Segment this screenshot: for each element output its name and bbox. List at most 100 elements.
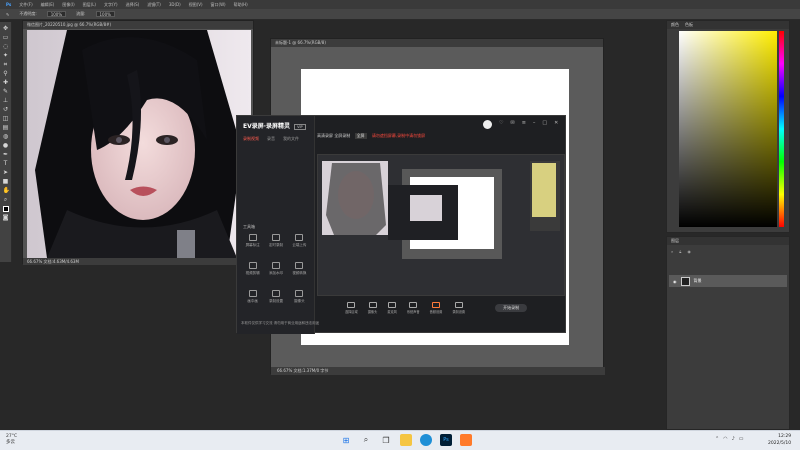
document-window-photo[interactable]: 微信图片_20220510.jpg @ 66.7%(RGB/8#) 66.67%… (22, 20, 255, 265)
tool-item[interactable]: 添加水印 (264, 262, 287, 276)
visibility-icon[interactable]: ◉ (673, 279, 677, 284)
volume-icon[interactable]: ♪ (732, 436, 735, 442)
tool-item[interactable]: 画中画 (241, 290, 264, 304)
type-tool-icon[interactable]: T (3, 161, 9, 167)
opacity-field[interactable]: 100% (46, 11, 67, 17)
menu-icon[interactable]: ≡ (522, 120, 526, 129)
eyedropper-icon[interactable]: ⚲ (3, 71, 9, 77)
edge-icon[interactable] (420, 434, 432, 446)
hue-slider[interactable] (779, 31, 784, 227)
menu-3d[interactable]: 3D(D) (169, 2, 181, 7)
wifi-icon[interactable]: ◠ (723, 436, 727, 442)
tab-color[interactable]: 颜色 (671, 21, 679, 29)
move-tool-icon[interactable]: ✥ (3, 26, 9, 32)
weather-widget[interactable]: 27°C 多云 (6, 434, 17, 446)
menu-type[interactable]: 文字(Y) (104, 2, 118, 8)
tool-label: 添加水印 (268, 271, 283, 275)
webcam-icon (368, 302, 377, 308)
gift-icon[interactable]: ♡ (499, 120, 503, 129)
start-recording-button[interactable]: 开始录制 (495, 304, 528, 312)
menu-help[interactable]: 帮助(H) (234, 2, 248, 8)
audio-settings-icon (432, 302, 440, 308)
minimize-icon[interactable]: – (533, 120, 536, 129)
start-icon[interactable]: ⊞ (340, 434, 352, 446)
hand-tool-icon[interactable]: ✋ (3, 188, 10, 194)
tools-grid: 屏幕标注 定时录制 云端上传 视频剪辑 添加水印 视频转换 画中画 录制设置 摄… (241, 234, 311, 304)
foreground-color-swatch[interactable] (2, 206, 9, 212)
filter-icon[interactable]: ⌕ (671, 249, 673, 254)
brush-icon[interactable]: ✎ (3, 89, 9, 95)
task-view-icon[interactable]: ❐ (380, 434, 392, 446)
clock[interactable]: 12:29 2022/5/10 (768, 433, 791, 447)
path-select-icon[interactable]: ➤ (3, 170, 9, 176)
menu-layer[interactable]: 图层(L) (83, 2, 96, 8)
marquee-tool-icon[interactable]: ▭ (3, 35, 9, 41)
eye-icon[interactable]: ◉ (687, 249, 691, 254)
close-icon[interactable]: ✕ (554, 120, 558, 129)
dodge-icon[interactable]: ● (3, 143, 9, 149)
tool-item[interactable]: 录制设置 (264, 290, 287, 304)
area-icon (347, 302, 356, 308)
chevron-up-icon[interactable]: ⌃ (715, 436, 719, 442)
portrait-photo (27, 30, 251, 258)
fullscreen-badge[interactable]: 全屏 (354, 133, 367, 139)
quick-mask-icon[interactable]: ◙ (3, 215, 9, 221)
color-picker-field[interactable] (679, 31, 777, 227)
menu-filter[interactable]: 滤镜(T) (147, 2, 161, 8)
tool-item[interactable]: 摄像头 (288, 290, 311, 304)
menu-file[interactable]: 文件(F) (19, 2, 32, 8)
microphone-button[interactable]: 麦克风 (387, 302, 397, 314)
flow-field[interactable]: 100% (95, 11, 115, 17)
recorder-logo: EV录屏·录屏精灵 VIP (243, 121, 306, 130)
stamp-icon[interactable]: ⊥ (3, 98, 9, 104)
zoom-tool-icon[interactable]: ⌕ (3, 197, 9, 203)
mail-icon[interactable]: ✉ (510, 120, 514, 129)
menu-window[interactable]: 窗口(W) (211, 2, 226, 8)
maximize-icon[interactable]: □ (542, 120, 547, 129)
photoshop-taskbar-icon[interactable]: Ps (440, 434, 452, 446)
tool-item[interactable]: 屏幕标注 (241, 234, 264, 248)
tab-layers[interactable]: 图层 (671, 237, 679, 245)
tool-item[interactable]: 云端上传 (288, 234, 311, 248)
layer-row[interactable]: ◉ 背景 (669, 275, 787, 287)
menu-view[interactable]: 视图(V) (189, 2, 203, 8)
menu-select[interactable]: 选择(S) (126, 2, 140, 8)
search-icon[interactable]: ⌕ (360, 434, 372, 446)
shape-tool-icon[interactable]: ■ (3, 179, 9, 185)
recorder-taskbar-icon[interactable] (460, 434, 472, 446)
blur-icon[interactable]: ◍ (3, 134, 9, 140)
eraser-icon[interactable]: ◫ (3, 116, 9, 122)
menu-edit[interactable]: 编辑(E) (41, 2, 55, 8)
tab-swatches[interactable]: 色板 (685, 21, 693, 29)
gradient-icon[interactable]: ▤ (3, 125, 9, 131)
lock-icon[interactable]: 🔒︎ (679, 249, 681, 254)
tool-item[interactable]: 定时录制 (264, 234, 287, 248)
crop-tool-icon[interactable]: ⌗ (3, 62, 9, 68)
screen-recorder-window[interactable]: EV录屏·录屏精灵 VIP 录制视频 录音 我的文件 工具箱 屏幕标注 定时录制… (236, 115, 566, 334)
system-audio-button[interactable]: 系统声音 (407, 302, 420, 314)
healing-brush-icon[interactable]: ✚ (3, 80, 9, 86)
document-tab[interactable]: 未标题-1 @ 66.7%(RGB/8) (271, 39, 603, 47)
magic-wand-icon[interactable]: ✦ (3, 53, 9, 59)
menu-image[interactable]: 图像(I) (62, 2, 74, 8)
document-tab[interactable]: 微信图片_20220510.jpg @ 66.7%(RGB/8#) (23, 21, 253, 29)
brush-tool-icon[interactable]: ✎ (6, 12, 9, 17)
tab-my-files[interactable]: 我的文件 (283, 136, 299, 142)
file-explorer-icon[interactable] (400, 434, 412, 446)
photoshop-logo[interactable]: Ps (6, 2, 11, 7)
battery-icon[interactable]: ▭ (739, 436, 744, 442)
tab-record-audio[interactable]: 录音 (267, 136, 275, 142)
avatar[interactable] (483, 120, 492, 129)
history-brush-icon[interactable]: ↺ (3, 107, 9, 113)
layers-panel: 图层 ⌕ 🔒︎ ◉ ◉ 背景 (666, 236, 790, 430)
vip-badge[interactable]: VIP (294, 124, 306, 130)
record-settings-button[interactable]: 录制设置 (452, 302, 465, 314)
select-area-button[interactable]: 选择区域 (345, 302, 358, 314)
audio-settings-button[interactable]: 音频设置 (430, 302, 442, 314)
webcam-button[interactable]: 摄像头 (368, 302, 377, 314)
tab-record-video[interactable]: 录制视频 (243, 136, 259, 142)
pen-tool-icon[interactable]: ✒ (3, 152, 9, 158)
tool-item[interactable]: 视频转换 (288, 262, 311, 276)
tool-item[interactable]: 视频剪辑 (241, 262, 264, 276)
lasso-tool-icon[interactable]: ◌ (3, 44, 9, 50)
